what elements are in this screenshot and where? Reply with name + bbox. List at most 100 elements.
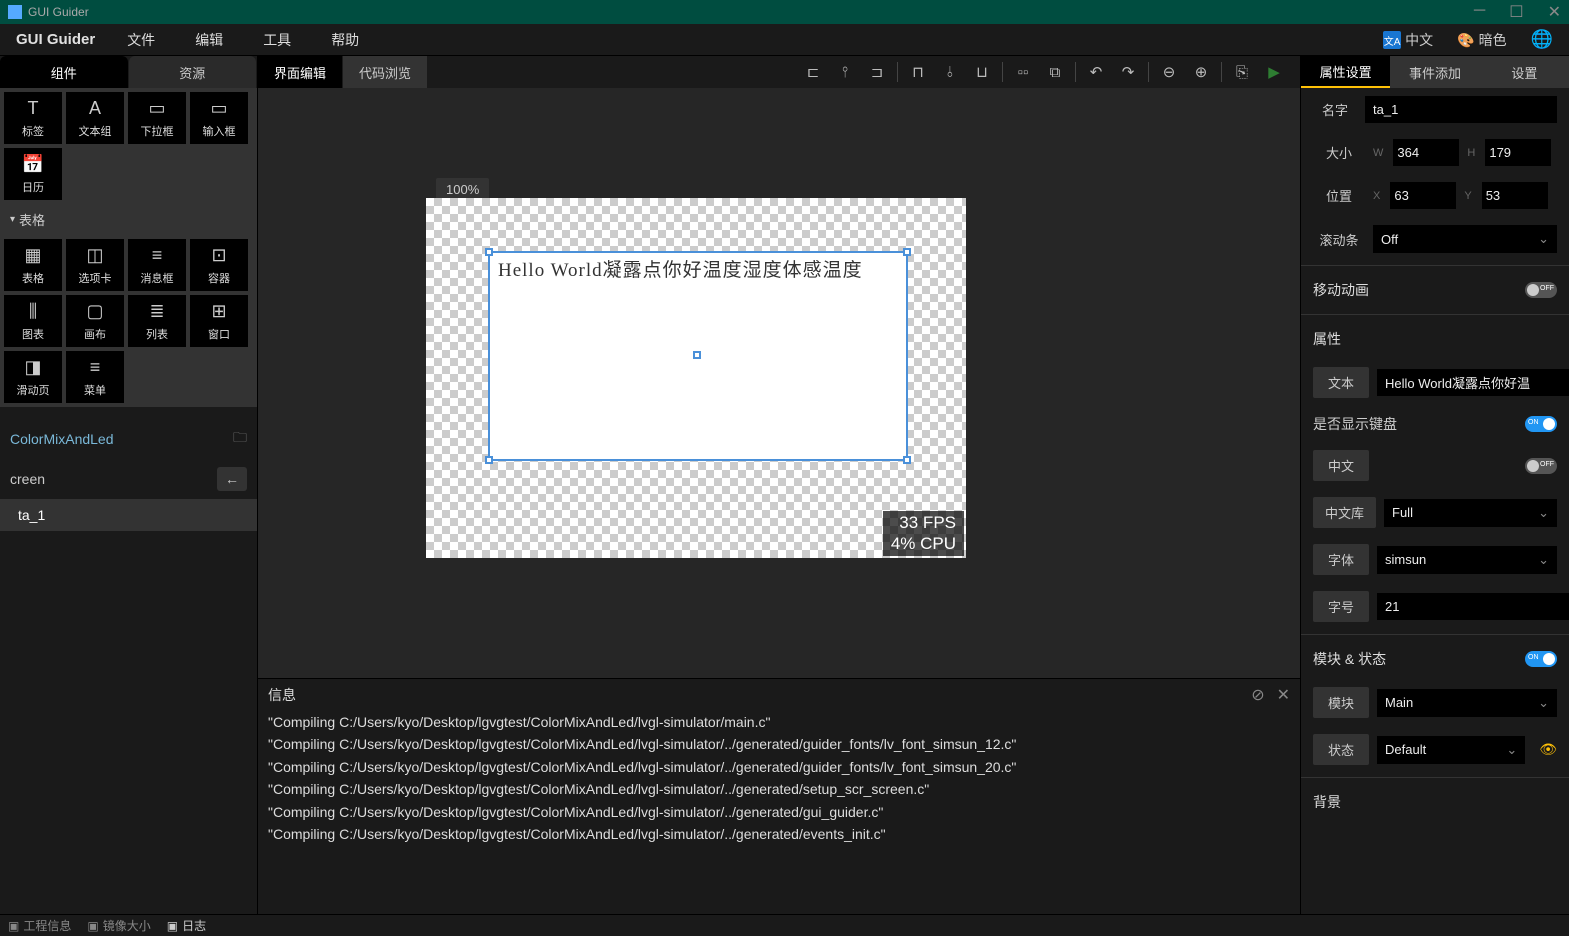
window-icon: ⊞ <box>211 301 226 322</box>
module-toggle[interactable]: ON <box>1525 651 1557 667</box>
tabview-icon: ◫ <box>86 245 103 266</box>
project-name[interactable]: ColorMixAndLed 🗀 <box>0 419 257 459</box>
x-input[interactable] <box>1390 182 1456 209</box>
resize-handle-tr[interactable] <box>903 248 911 256</box>
distribute-h-button[interactable]: ▫▫ <box>1009 58 1037 86</box>
widget-label[interactable]: T标签 <box>3 91 63 145</box>
selected-textarea[interactable]: Hello World凝露点你好温度湿度体感温度 <box>488 251 908 461</box>
folder-icon: 🗀 <box>233 427 247 451</box>
widget-window[interactable]: ⊞窗口 <box>189 294 249 348</box>
y-input[interactable] <box>1482 182 1548 209</box>
back-arrow-icon[interactable]: ← <box>217 467 247 491</box>
info-log[interactable]: "Compiling C:/Users/kyo/Desktop/lgvgtest… <box>258 711 1300 914</box>
tab-events[interactable]: 事件添加 <box>1390 56 1479 88</box>
widget-input[interactable]: ▭输入框 <box>189 91 249 145</box>
font-select[interactable]: simsun <box>1377 546 1557 574</box>
input-icon: ▭ <box>210 98 227 119</box>
screen-row[interactable]: creen ← <box>0 459 257 499</box>
status-imagesize[interactable]: ▣ 镜像大小 <box>87 917 150 934</box>
container-icon: ⊡ <box>211 245 226 266</box>
resize-handle-bl[interactable] <box>485 456 493 464</box>
language-selector[interactable]: 文A中文 <box>1383 30 1433 50</box>
module-select[interactable]: Main <box>1377 689 1557 717</box>
widget-calendar[interactable]: 📅日历 <box>3 147 63 201</box>
label-icon: T <box>28 98 39 119</box>
widget-canvas[interactable]: ▢画布 <box>65 294 125 348</box>
menu-file[interactable]: 文件 <box>107 30 175 50</box>
resize-handle-tl[interactable] <box>485 248 493 256</box>
tab-design[interactable]: 界面编辑 <box>258 56 342 89</box>
widget-palette-1: T标签 A文本组 ▭下拉框 ▭输入框 📅日历 <box>0 88 257 204</box>
app-icon <box>8 5 22 19</box>
log-line: "Compiling C:/Users/kyo/Desktop/lgvgtest… <box>268 733 1290 755</box>
menu-help[interactable]: 帮助 <box>311 30 379 50</box>
keyboard-toggle[interactable]: ON <box>1525 416 1557 432</box>
menu-tools[interactable]: 工具 <box>243 30 311 50</box>
menu-edit[interactable]: 编辑 <box>175 30 243 50</box>
module-section-label: 模块 & 状态 <box>1313 649 1386 669</box>
tab-settings[interactable]: 设置 <box>1480 56 1569 88</box>
zoom-in-button[interactable]: ⊕ <box>1187 58 1215 86</box>
info-close-button[interactable]: ✕ <box>1277 685 1290 705</box>
widget-dropdown[interactable]: ▭下拉框 <box>127 91 187 145</box>
dropdown-icon: ▭ <box>148 98 165 119</box>
canvas-area[interactable]: 100% Hello World凝露点你好温度湿度体感温度 33 FPS 4% … <box>258 88 1300 678</box>
align-center-v-button[interactable]: ⫰ <box>936 58 964 86</box>
tab-resources[interactable]: 资源 <box>129 56 257 88</box>
align-center-h-button[interactable]: ⫯ <box>831 58 859 86</box>
state-select[interactable]: Default <box>1377 736 1525 764</box>
status-log[interactable]: ▣ 日志 <box>167 917 206 934</box>
title-bar: GUI Guider ─ ☐ ✕ <box>0 0 1569 24</box>
width-input[interactable] <box>1393 139 1459 166</box>
minimize-button[interactable]: ─ <box>1474 2 1485 22</box>
chart-icon: ⫼ <box>29 301 37 322</box>
distribute-v-button[interactable]: ⧉ <box>1041 58 1069 86</box>
redo-button[interactable]: ↷ <box>1114 58 1142 86</box>
globe-icon[interactable]: 🌐 <box>1531 29 1553 50</box>
cn-toggle[interactable]: OFF <box>1525 458 1557 474</box>
close-button[interactable]: ✕ <box>1548 2 1561 22</box>
export-button[interactable]: ⎘ <box>1228 58 1256 86</box>
canvas-frame[interactable]: Hello World凝露点你好温度湿度体感温度 33 FPS 4% CPU <box>426 198 966 558</box>
anim-toggle[interactable]: OFF <box>1525 282 1557 298</box>
text-input[interactable] <box>1377 369 1569 396</box>
widget-textgroup[interactable]: A文本组 <box>65 91 125 145</box>
state-label: 状态 <box>1313 734 1369 765</box>
status-projectinfo[interactable]: ▣ 工程信息 <box>8 917 71 934</box>
bg-label: 背景 <box>1313 792 1341 812</box>
tree-item-ta1[interactable]: ta_1 <box>0 499 257 531</box>
widget-tileview[interactable]: ◨滑动页 <box>3 350 63 404</box>
visibility-icon[interactable]: 👁 <box>1539 741 1557 758</box>
run-button[interactable]: ▶ <box>1260 58 1288 86</box>
widget-menu[interactable]: ≡菜单 <box>65 350 125 404</box>
log-line: "Compiling C:/Users/kyo/Desktop/lgvgtest… <box>268 823 1290 845</box>
widget-msgbox[interactable]: ≡消息框 <box>127 238 187 292</box>
height-input[interactable] <box>1485 139 1551 166</box>
tab-widgets[interactable]: 组件 <box>0 56 128 88</box>
align-left-button[interactable]: ⊏ <box>799 58 827 86</box>
center-handle[interactable] <box>693 351 701 359</box>
section-table[interactable]: 表格 <box>0 204 257 235</box>
align-right-button[interactable]: ⊐ <box>863 58 891 86</box>
zoom-out-button[interactable]: ⊖ <box>1155 58 1183 86</box>
widget-container[interactable]: ⊡容器 <box>189 238 249 292</box>
info-clear-button[interactable]: ⊘ <box>1251 685 1264 705</box>
resize-handle-br[interactable] <box>903 456 911 464</box>
maximize-button[interactable]: ☐ <box>1509 2 1523 22</box>
undo-button[interactable]: ↶ <box>1082 58 1110 86</box>
log-line: "Compiling C:/Users/kyo/Desktop/lgvgtest… <box>268 778 1290 800</box>
align-bottom-button[interactable]: ⊔ <box>968 58 996 86</box>
widget-list[interactable]: ≣列表 <box>127 294 187 348</box>
tab-code[interactable]: 代码浏览 <box>343 56 427 89</box>
widget-tabview[interactable]: ◫选项卡 <box>65 238 125 292</box>
scroll-select[interactable]: Off <box>1373 225 1557 253</box>
theme-selector[interactable]: 🎨暗色 <box>1457 30 1506 50</box>
widget-table[interactable]: ▦表格 <box>3 238 63 292</box>
tileview-icon: ◨ <box>24 357 41 378</box>
fontsize-input[interactable] <box>1377 593 1569 620</box>
cnlib-select[interactable]: Full <box>1384 499 1557 527</box>
tab-properties[interactable]: 属性设置 <box>1301 56 1390 88</box>
widget-chart[interactable]: ⫼图表 <box>3 294 63 348</box>
align-top-button[interactable]: ⊓ <box>904 58 932 86</box>
name-input[interactable] <box>1365 96 1557 123</box>
